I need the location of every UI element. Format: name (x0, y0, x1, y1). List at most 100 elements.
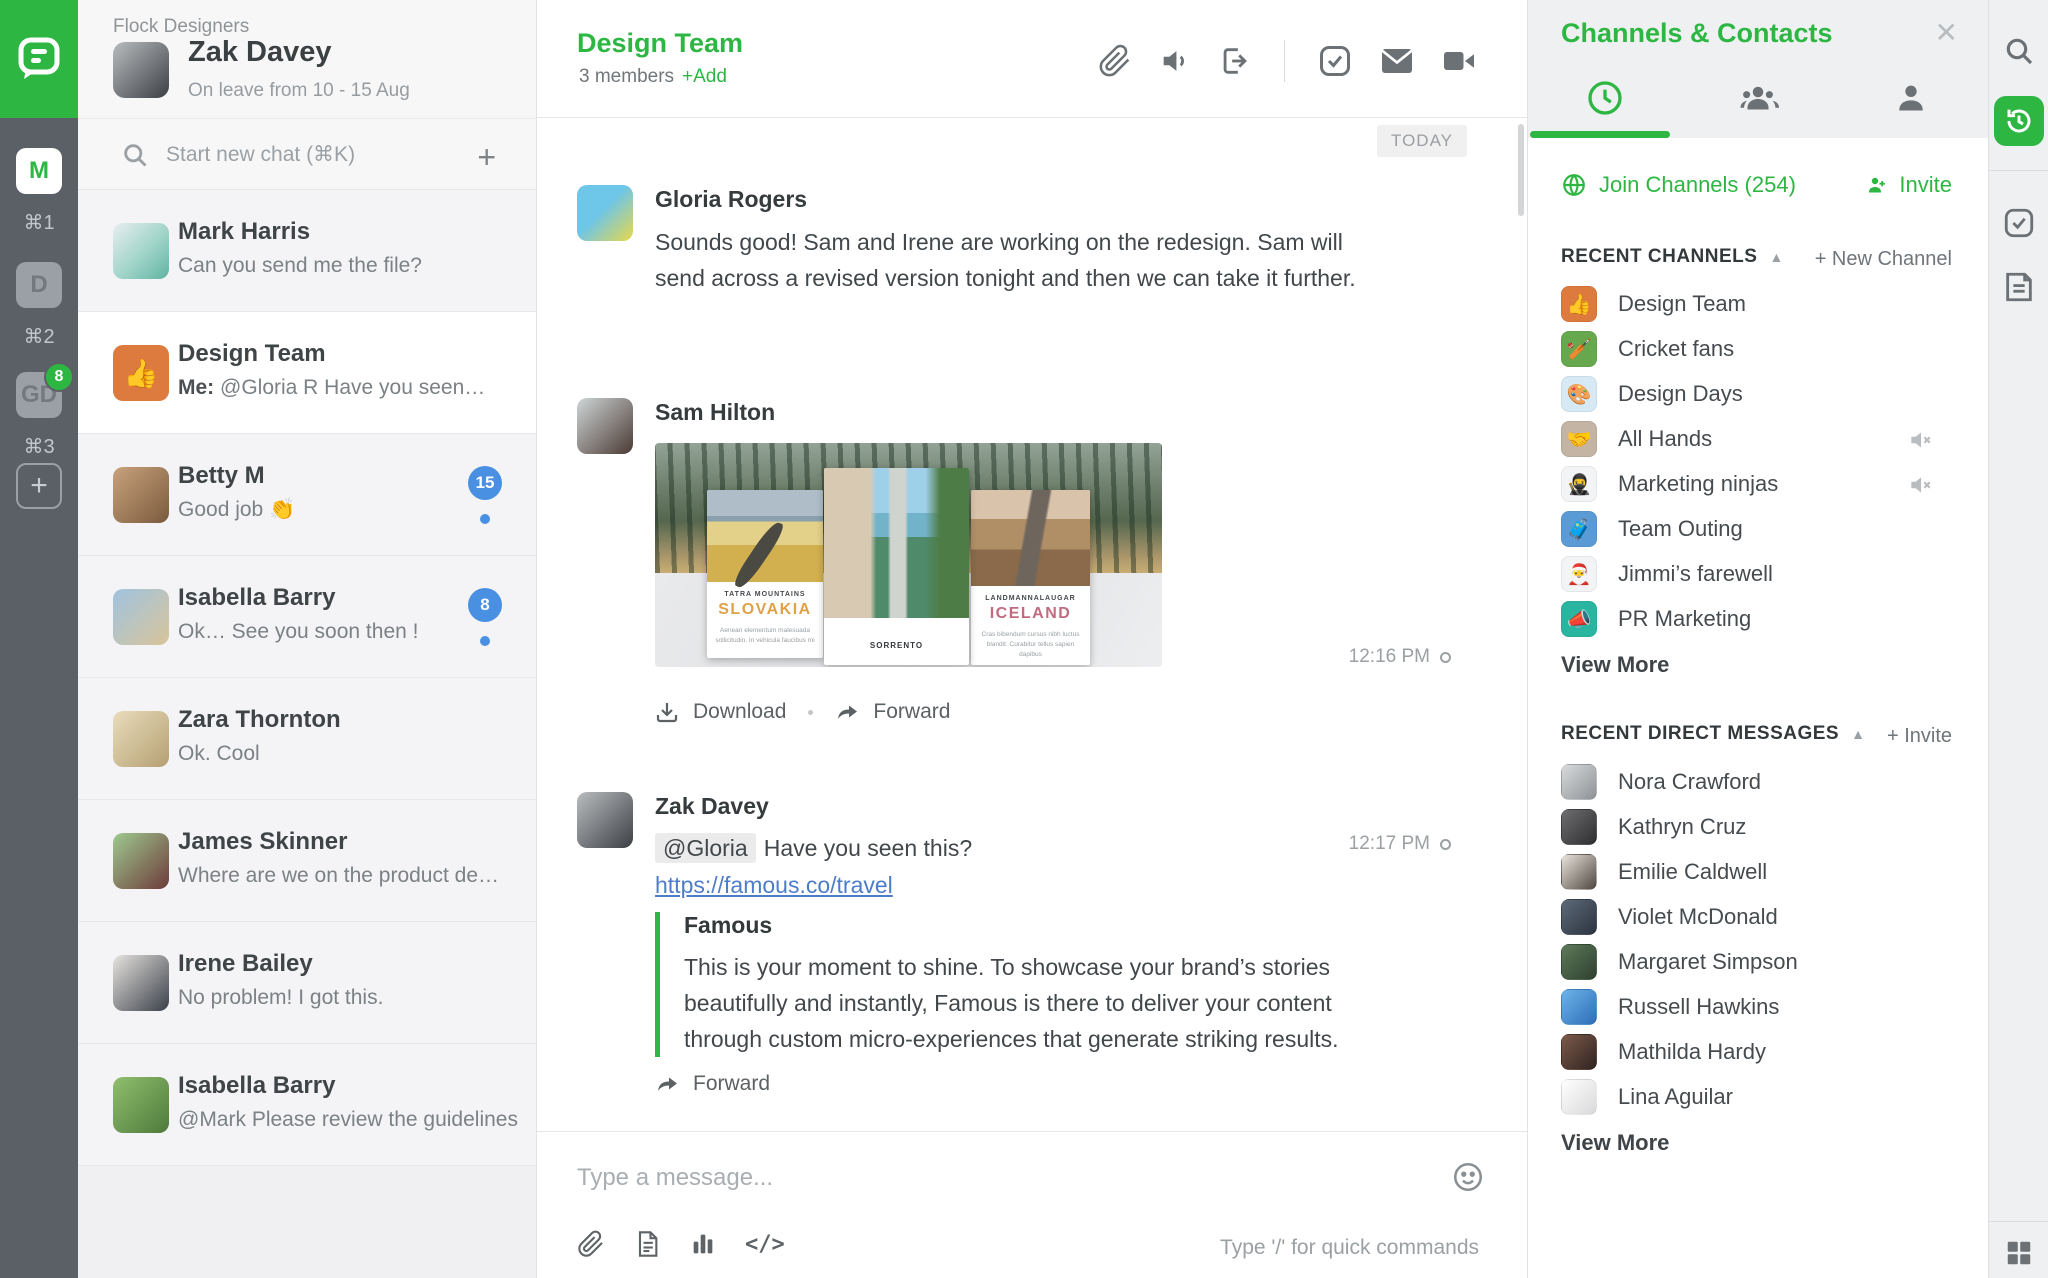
forward-icon[interactable] (835, 700, 859, 724)
forward-button[interactable]: Forward (873, 700, 950, 724)
list-item[interactable]: 🎅 Jimmi’s farewell (1528, 552, 1988, 597)
note-icon[interactable] (633, 1230, 661, 1258)
list-item[interactable]: Isabella Barry @Mark Please review the g… (78, 1044, 536, 1166)
list-item[interactable]: Emilie Caldwell (1528, 850, 1988, 895)
mention-chip[interactable]: @Gloria (655, 833, 756, 863)
avatar (1561, 899, 1597, 935)
image-attachment[interactable]: TATRA MOUNTAINS SLOVAKIA Aenean elementu… (655, 443, 1162, 667)
chat-name: Isabella Barry (178, 584, 335, 612)
forward-icon[interactable] (655, 1072, 679, 1096)
poster-sorrento: SORRENTO (824, 468, 969, 665)
todo-rail-icon[interactable] (2002, 206, 2036, 240)
list-item[interactable]: Russell Hawkins (1528, 985, 1988, 1030)
list-item[interactable]: James Skinner Where are we on the produc… (78, 800, 536, 922)
list-item[interactable]: Margaret Simpson (1528, 940, 1988, 985)
add-member-button[interactable]: +Add (682, 66, 727, 87)
list-item[interactable]: 🧳 Team Outing (1528, 507, 1988, 552)
notes-rail-icon[interactable] (2002, 270, 2036, 304)
list-item[interactable]: Betty M Good job 👏 15 (78, 434, 536, 556)
dm-name: Kathryn Cruz (1618, 814, 1746, 840)
muted-icon[interactable] (1907, 472, 1933, 498)
muted-icon[interactable] (1907, 427, 1933, 453)
channel-name: PR Marketing (1618, 606, 1751, 632)
collapse-icon: ▲ (1769, 249, 1783, 265)
attach-icon[interactable] (1098, 44, 1132, 78)
list-item[interactable]: Mathilda Hardy (1528, 1030, 1988, 1075)
avatar: 👍 (113, 345, 169, 401)
composer: </> Type '/' for quick commands (537, 1131, 1527, 1278)
close-icon[interactable]: ✕ (1935, 16, 1958, 49)
list-item[interactable]: 👍 Design Team (1528, 282, 1988, 327)
link-preview-title: Famous (684, 912, 1415, 939)
code-snippet-icon[interactable]: </> (745, 1232, 785, 1257)
chat-preview: Ok… See you soon then ! (178, 620, 418, 644)
list-item[interactable]: Isabella Barry Ok… See you soon then ! 8 (78, 556, 536, 678)
forward-button[interactable]: Forward (693, 1072, 770, 1096)
recent-dms-header[interactable]: RECENT DIRECT MESSAGES▲ (1561, 723, 1865, 745)
list-item[interactable]: Kathryn Cruz (1528, 805, 1988, 850)
list-item[interactable]: Irene Bailey No problem! I got this. (78, 922, 536, 1044)
avatar (1561, 764, 1597, 800)
shared-link[interactable]: https://famous.co/travel (655, 872, 893, 899)
view-more-channels[interactable]: View More (1561, 652, 1669, 678)
video-call-icon[interactable] (1441, 43, 1477, 79)
list-item[interactable]: 📣 PR Marketing (1528, 597, 1988, 642)
view-more-dms[interactable]: View More (1561, 1130, 1669, 1156)
recent-history-button[interactable] (1994, 96, 2044, 146)
members-label: 3 members (579, 66, 674, 87)
todo-icon[interactable] (1317, 43, 1353, 79)
list-item[interactable]: 🤝 All Hands (1528, 417, 1988, 462)
channel-name: Design Team (1618, 291, 1746, 317)
list-item[interactable]: Violet McDonald (1528, 895, 1988, 940)
search-icon[interactable] (2003, 35, 2035, 67)
list-item[interactable]: Nora Crawford (1528, 760, 1988, 805)
download-icon[interactable] (655, 700, 679, 724)
chat-name: Zara Thornton (178, 706, 341, 734)
add-workspace-button[interactable]: + (16, 463, 62, 509)
list-item[interactable]: Zara Thornton Ok. Cool (78, 678, 536, 800)
chat-preview: Where are we on the product de… (178, 864, 499, 888)
user-name: Zak Davey (188, 36, 332, 69)
mail-icon[interactable] (1379, 43, 1415, 79)
avatar[interactable] (113, 42, 169, 98)
list-item-selected[interactable]: 👍 Design Team Me: @Gloria R Have you see… (78, 312, 536, 434)
new-chat-plus-icon[interactable]: + (477, 139, 496, 176)
join-channels-button[interactable]: Join Channels (254) (1561, 172, 1796, 198)
avatar (1561, 854, 1597, 890)
speaker-icon[interactable] (1158, 44, 1192, 78)
list-item[interactable]: 🎨 Design Days (1528, 372, 1988, 417)
leave-channel-icon[interactable] (1218, 44, 1252, 78)
list-item[interactable]: Mark Harris Can you send me the file? (78, 190, 536, 312)
workspace-d[interactable]: D (16, 262, 62, 308)
workspace-m[interactable]: M (16, 148, 62, 194)
list-item[interactable]: 🥷 Marketing ninjas (1528, 462, 1988, 507)
download-button[interactable]: Download (693, 700, 786, 724)
search-input[interactable] (166, 137, 466, 173)
flock-app: M ⌘1 D ⌘2 GD 8 ⌘3 + Flock Designers Zak … (0, 0, 2048, 1278)
poll-icon[interactable] (689, 1230, 717, 1258)
tab-contacts[interactable] (1834, 78, 1987, 120)
avatar: 🎨 (1561, 376, 1597, 412)
apps-grid-icon[interactable] (2004, 1238, 2034, 1268)
new-channel-button[interactable]: + New Channel (1815, 248, 1952, 271)
workspace-gd[interactable]: GD 8 (16, 372, 62, 418)
invite-button[interactable]: Invite (1865, 172, 1952, 198)
team-name: Flock Designers (113, 16, 249, 38)
flock-logo[interactable] (0, 0, 78, 118)
unread-dot (480, 636, 490, 646)
attach-file-icon[interactable] (577, 1230, 605, 1258)
channels-contacts-panel: Channels & Contacts ✕ Join Channels (254… (1527, 0, 1988, 1278)
dm-invite-button[interactable]: + Invite (1887, 725, 1952, 748)
link-preview[interactable]: Famous This is your moment to shine. To … (655, 912, 1415, 1057)
scrollbar-thumb[interactable] (1518, 124, 1524, 216)
message-input[interactable] (577, 1158, 1357, 1198)
list-item[interactable]: 🏏 Cricket fans (1528, 327, 1988, 372)
tab-channels[interactable] (1681, 78, 1834, 120)
channel-name: Team Outing (1618, 516, 1743, 542)
list-item[interactable]: Lina Aguilar (1528, 1075, 1988, 1120)
emoji-icon[interactable] (1451, 1160, 1485, 1194)
recent-channels-header[interactable]: RECENT CHANNELS▲ (1561, 246, 1784, 268)
tab-recent[interactable] (1528, 78, 1681, 120)
avatar: 🤝 (1561, 421, 1597, 457)
member-count: 3 members +Add (579, 66, 727, 88)
